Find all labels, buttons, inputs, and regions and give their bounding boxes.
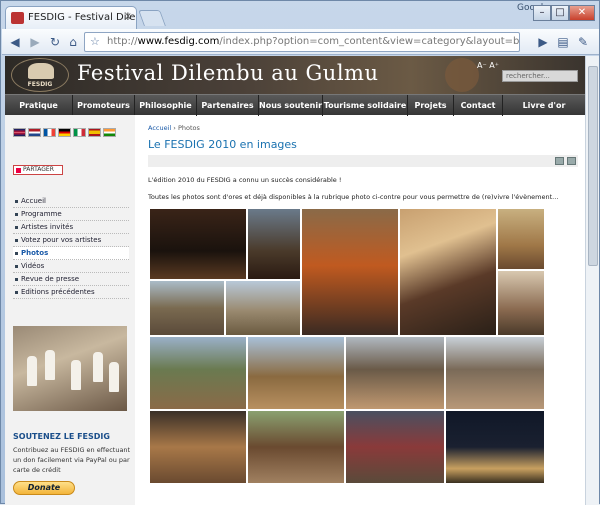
menu-item-contact[interactable]: Contact: [454, 95, 503, 116]
flag-italian-icon[interactable]: [73, 128, 86, 137]
gallery-photo[interactable]: [248, 411, 344, 483]
url-host: www.fesdig.com: [137, 36, 220, 47]
print-icon[interactable]: [555, 157, 564, 165]
article-tools-bar: [148, 155, 578, 167]
sidebar-item-videos[interactable]: Vidéos: [13, 260, 129, 273]
main-menu: Pratique Promoteurs Philosophie Partenai…: [5, 94, 585, 116]
site-favicon-icon: [11, 12, 24, 24]
share-button[interactable]: PARTAGER: [13, 165, 63, 175]
sidebar-item-votez[interactable]: Votez pour vos artistes: [13, 234, 129, 247]
maximize-button[interactable]: □: [551, 5, 569, 21]
gallery-photo[interactable]: [400, 209, 496, 335]
donate-button[interactable]: Donate: [13, 481, 75, 495]
gallery-photo[interactable]: [498, 271, 544, 335]
menu-item-promoteurs[interactable]: Promoteurs: [73, 95, 135, 116]
site-header: FESDIG Festival Dilembu au Gulmu A⁻ A⁺ r…: [5, 56, 585, 94]
tab-close-icon[interactable]: x: [125, 11, 131, 22]
gallery-photo[interactable]: [302, 209, 398, 335]
side-menu: Accueil Programme Artistes invités Votez…: [13, 195, 129, 299]
gallery-photo[interactable]: [346, 411, 444, 483]
minimize-button[interactable]: –: [533, 5, 551, 21]
gallery-photo[interactable]: [498, 209, 544, 269]
gallery-photo[interactable]: [346, 337, 444, 409]
breadcrumb: Accueil › Photos: [148, 124, 578, 132]
gallery-photo[interactable]: [248, 209, 300, 279]
menu-item-livre-dor[interactable]: Livre d'or: [503, 95, 585, 116]
web-page: FESDIG Festival Dilembu au Gulmu A⁻ A⁺ r…: [5, 56, 585, 505]
festival-logo[interactable]: FESDIG: [11, 58, 69, 92]
intro-paragraph: L'édition 2010 du FESDIG a connu un succ…: [148, 176, 342, 184]
dancers-emblem-icon: [28, 63, 54, 79]
browser-window: FESDIG - Festival Dilemb... x Google – □…: [0, 0, 600, 505]
sidebar-item-accueil[interactable]: Accueil: [13, 195, 129, 208]
sidebar-item-artistes[interactable]: Artistes invités: [13, 221, 129, 234]
menu-item-nous-soutenir[interactable]: Nous soutenir: [259, 95, 323, 116]
language-flags: [13, 128, 116, 137]
support-title: SOUTENEZ LE FESDIG: [13, 432, 110, 441]
page-menu-icon[interactable]: ▤: [554, 33, 572, 51]
gallery-photo[interactable]: [150, 209, 246, 279]
home-icon[interactable]: ⌂: [64, 33, 82, 51]
flag-french-icon[interactable]: [43, 128, 56, 137]
vertical-scrollbar[interactable]: [585, 56, 599, 505]
flag-spanish-icon[interactable]: [88, 128, 101, 137]
sidebar-photo[interactable]: [13, 326, 127, 411]
flag-german-icon[interactable]: [58, 128, 71, 137]
new-tab-button[interactable]: [138, 10, 166, 26]
url-path: /index.php?option=com_content&view=categ…: [219, 36, 520, 47]
gallery-photo[interactable]: [150, 337, 246, 409]
browser-toolbar: ◀ ▶ ↻ ⌂ ☆ http://www.fesdig.com/index.ph…: [2, 29, 599, 55]
site-search-input[interactable]: rechercher...: [502, 70, 578, 82]
page-title: Le FESDIG 2010 en images: [148, 138, 297, 151]
menu-item-partenaires[interactable]: Partenaires: [197, 95, 259, 116]
flag-english-icon[interactable]: [13, 128, 26, 137]
email-icon[interactable]: [567, 157, 576, 165]
sidebar-item-photos[interactable]: Photos: [13, 247, 129, 260]
bookmark-star-icon[interactable]: ☆: [90, 33, 100, 51]
photo-gallery: [150, 209, 580, 505]
gallery-photo[interactable]: [446, 411, 544, 483]
back-arrow-icon[interactable]: ◀: [6, 33, 24, 51]
menu-item-projets[interactable]: Projets: [408, 95, 454, 116]
scrollbar-thumb[interactable]: [588, 66, 598, 266]
menu-item-pratique[interactable]: Pratique: [5, 95, 73, 116]
go-arrow-icon[interactable]: ▶: [534, 33, 552, 51]
support-text: Contribuez au FESDIG en effectuant un do…: [13, 446, 131, 474]
close-window-button[interactable]: ✕: [569, 5, 595, 21]
address-bar[interactable]: ☆ http://www.fesdig.com/index.php?option…: [84, 32, 520, 52]
wrench-menu-icon[interactable]: ✎: [574, 33, 592, 51]
forward-arrow-icon[interactable]: ▶: [26, 33, 44, 51]
gallery-photo[interactable]: [150, 281, 224, 335]
breadcrumb-current: Photos: [177, 124, 200, 132]
menu-item-tourisme-solidaire[interactable]: Tourisme solidaire: [323, 95, 408, 116]
breadcrumb-separator: ›: [173, 124, 176, 132]
gallery-photo[interactable]: [226, 281, 300, 335]
flag-dutch-icon[interactable]: [28, 128, 41, 137]
main-content: Accueil › Photos Le FESDIG 2010 en image…: [148, 124, 578, 203]
logo-text: FESDIG: [27, 81, 53, 88]
tab-title: FESDIG - Festival Dilemb...: [28, 12, 136, 23]
sidebar-item-revue[interactable]: Revue de presse: [13, 273, 129, 286]
flag-indian-icon[interactable]: [103, 128, 116, 137]
sidebar-item-editions[interactable]: Editions précédentes: [13, 286, 129, 299]
header-drum-decoration: [445, 58, 479, 92]
photos-paragraph: Toutes les photos sont d'ores et déjà di…: [148, 193, 559, 201]
gallery-photo[interactable]: [150, 411, 246, 483]
gallery-photo[interactable]: [446, 337, 544, 409]
site-title: Festival Dilembu au Gulmu: [77, 61, 379, 85]
font-size-controls[interactable]: A⁻ A⁺: [477, 61, 499, 70]
url-scheme: http://: [107, 36, 138, 47]
reload-icon[interactable]: ↻: [46, 33, 64, 51]
title-bar: FESDIG - Festival Dilemb... x Google – □…: [1, 1, 600, 29]
sidebar-item-programme[interactable]: Programme: [13, 208, 129, 221]
menu-item-philosophie[interactable]: Philosophie: [135, 95, 197, 116]
browser-tab[interactable]: FESDIG - Festival Dilemb... x: [5, 6, 137, 29]
breadcrumb-home[interactable]: Accueil: [148, 124, 171, 132]
gallery-photo[interactable]: [248, 337, 344, 409]
